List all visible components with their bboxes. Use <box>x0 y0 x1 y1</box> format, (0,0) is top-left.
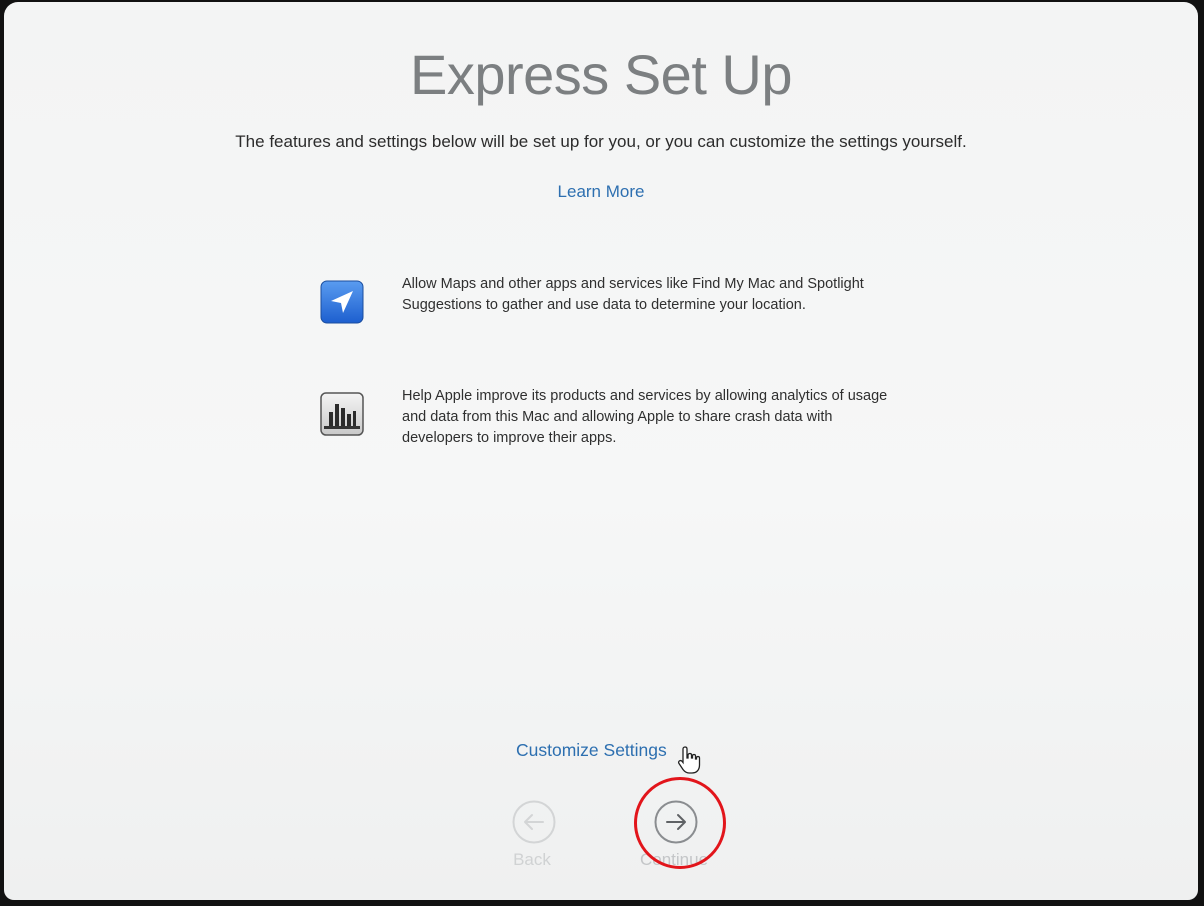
back-arrow-icon <box>512 800 556 844</box>
continue-button[interactable]: Continue <box>634 798 714 878</box>
analytics-chart-icon <box>320 392 364 436</box>
hand-pointer-cursor-icon <box>677 746 701 774</box>
continue-arrow-icon <box>654 800 698 844</box>
location-arrow-icon <box>320 280 364 324</box>
learn-more-link[interactable]: Learn More <box>4 182 1198 202</box>
page-subtitle: The features and settings below will be … <box>235 132 967 151</box>
setup-window: Express Set Up The features and settings… <box>4 2 1198 900</box>
customize-settings-link[interactable]: Customize Settings <box>516 740 667 761</box>
feature-analytics-text: Help Apple improve its products and serv… <box>402 388 888 446</box>
page-title: Express Set Up <box>409 43 793 106</box>
feature-location-text: Allow Maps and other apps and services l… <box>402 276 864 313</box>
continue-label: Continue <box>639 850 709 869</box>
feature-analytics: Help Apple improve its products and serv… <box>320 386 910 456</box>
feature-location: Allow Maps and other apps and services l… <box>320 274 910 344</box>
back-button[interactable]: Back <box>492 798 572 878</box>
back-label: Back <box>513 850 551 869</box>
